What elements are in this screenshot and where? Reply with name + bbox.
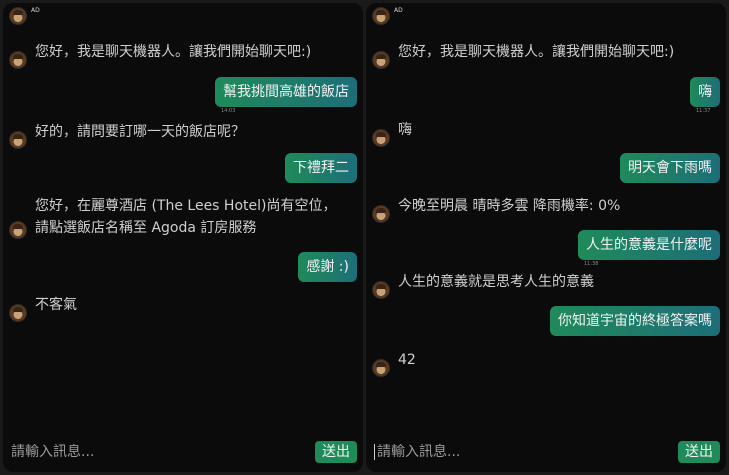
text-caret bbox=[374, 444, 375, 460]
user-message-bubble: 下禮拜二 bbox=[285, 153, 357, 183]
message-list: 您好，我是聊天機器人。讓我們開始聊天吧:) 幫我挑間高雄的飯店 14:03 好的… bbox=[3, 3, 363, 432]
chat-panel-left: AD 您好，我是聊天機器人。讓我們開始聊天吧:) 幫我挑間高雄的飯店 14:03… bbox=[3, 3, 363, 472]
bot-message: 今晚至明晨 晴時多雲 降雨機率: 0% bbox=[372, 195, 620, 223]
bot-message: 您好，我是聊天機器人。讓我們開始聊天吧:) bbox=[372, 41, 674, 69]
user-message: 幫我挑間高雄的飯店 14:03 bbox=[215, 77, 357, 114]
bot-message: 好的，請問要訂哪一天的飯店呢？ bbox=[9, 121, 245, 149]
bot-avatar-icon bbox=[9, 131, 27, 149]
message-input[interactable] bbox=[11, 444, 315, 460]
bot-message-text: 好的，請問要訂哪一天的飯店呢？ bbox=[35, 124, 245, 140]
user-message-bubble: 幫我挑間高雄的飯店 bbox=[215, 77, 357, 107]
user-message-bubble: 人生的意義是什麼呢 bbox=[578, 230, 720, 260]
bot-message: 不客氣 bbox=[9, 294, 77, 322]
bot-avatar-icon bbox=[372, 359, 390, 377]
send-button[interactable]: 送出 bbox=[315, 441, 357, 463]
bot-message-text: 您好，我是聊天機器人。讓我們開始聊天吧:) bbox=[398, 44, 675, 60]
bot-avatar-icon bbox=[372, 281, 390, 299]
message-list: 您好，我是聊天機器人。讓我們開始聊天吧:) 嗨 11:37 嗨 明天會下雨嗎 今… bbox=[366, 3, 726, 432]
message-timestamp: 14:03 bbox=[221, 108, 236, 114]
bot-avatar-icon bbox=[372, 205, 390, 223]
bot-message: 您好，我是聊天機器人。讓我們開始聊天吧:) bbox=[9, 41, 311, 69]
bot-message: 人生的意義就是思考人生的意義 bbox=[372, 271, 594, 299]
bot-avatar-icon bbox=[9, 304, 27, 322]
composer: 送出 bbox=[374, 440, 720, 464]
user-message-bubble: 嗨 bbox=[690, 77, 720, 107]
composer: 送出 bbox=[11, 440, 357, 464]
user-message-bubble: 你知道宇宙的終極答案嗎 bbox=[550, 306, 720, 336]
bot-message-text: 今晚至明晨 晴時多雲 降雨機率: 0% bbox=[398, 198, 621, 214]
send-button[interactable]: 送出 bbox=[678, 441, 720, 463]
user-message-bubble: 感謝 :) bbox=[298, 252, 357, 282]
bot-message: 嗨 bbox=[372, 119, 412, 147]
bot-avatar-icon bbox=[372, 51, 390, 69]
message-timestamp: 11:38 bbox=[584, 261, 599, 267]
bot-message-text: 人生的意義就是思考人生的意義 bbox=[398, 274, 594, 290]
user-message: 嗨 11:37 bbox=[690, 77, 720, 114]
bot-message: 42 bbox=[372, 349, 416, 377]
bot-avatar-icon bbox=[9, 51, 27, 69]
bot-message-text: 嗨 bbox=[398, 122, 412, 138]
user-message: 明天會下雨嗎 bbox=[620, 153, 720, 183]
chat-panel-right: AD 您好，我是聊天機器人。讓我們開始聊天吧:) 嗨 11:37 嗨 明天會下雨… bbox=[366, 3, 726, 472]
bot-message-text: 不客氣 bbox=[35, 297, 77, 313]
bot-avatar-icon bbox=[9, 221, 27, 239]
user-message-bubble: 明天會下雨嗎 bbox=[620, 153, 720, 183]
user-message: 感謝 :) bbox=[298, 252, 357, 282]
bot-message-text: 42 bbox=[398, 352, 416, 368]
message-timestamp: 11:37 bbox=[696, 108, 711, 114]
user-message: 下禮拜二 bbox=[285, 153, 357, 183]
message-input[interactable] bbox=[377, 444, 678, 460]
bot-message-text: 您好，我是聊天機器人。讓我們開始聊天吧:) bbox=[35, 44, 312, 60]
bot-avatar-icon bbox=[372, 129, 390, 147]
bot-message-text: 您好，在麗尊酒店 (The Lees Hotel)尚有空位， 請點選飯店名稱至 … bbox=[35, 198, 337, 236]
user-message: 人生的意義是什麼呢 11:38 bbox=[578, 230, 720, 267]
app: AD 您好，我是聊天機器人。讓我們開始聊天吧:) 幫我挑間高雄的飯店 14:03… bbox=[0, 0, 729, 475]
bot-message: 您好，在麗尊酒店 (The Lees Hotel)尚有空位， 請點選飯店名稱至 … bbox=[9, 195, 336, 239]
user-message: 你知道宇宙的終極答案嗎 bbox=[550, 306, 720, 336]
